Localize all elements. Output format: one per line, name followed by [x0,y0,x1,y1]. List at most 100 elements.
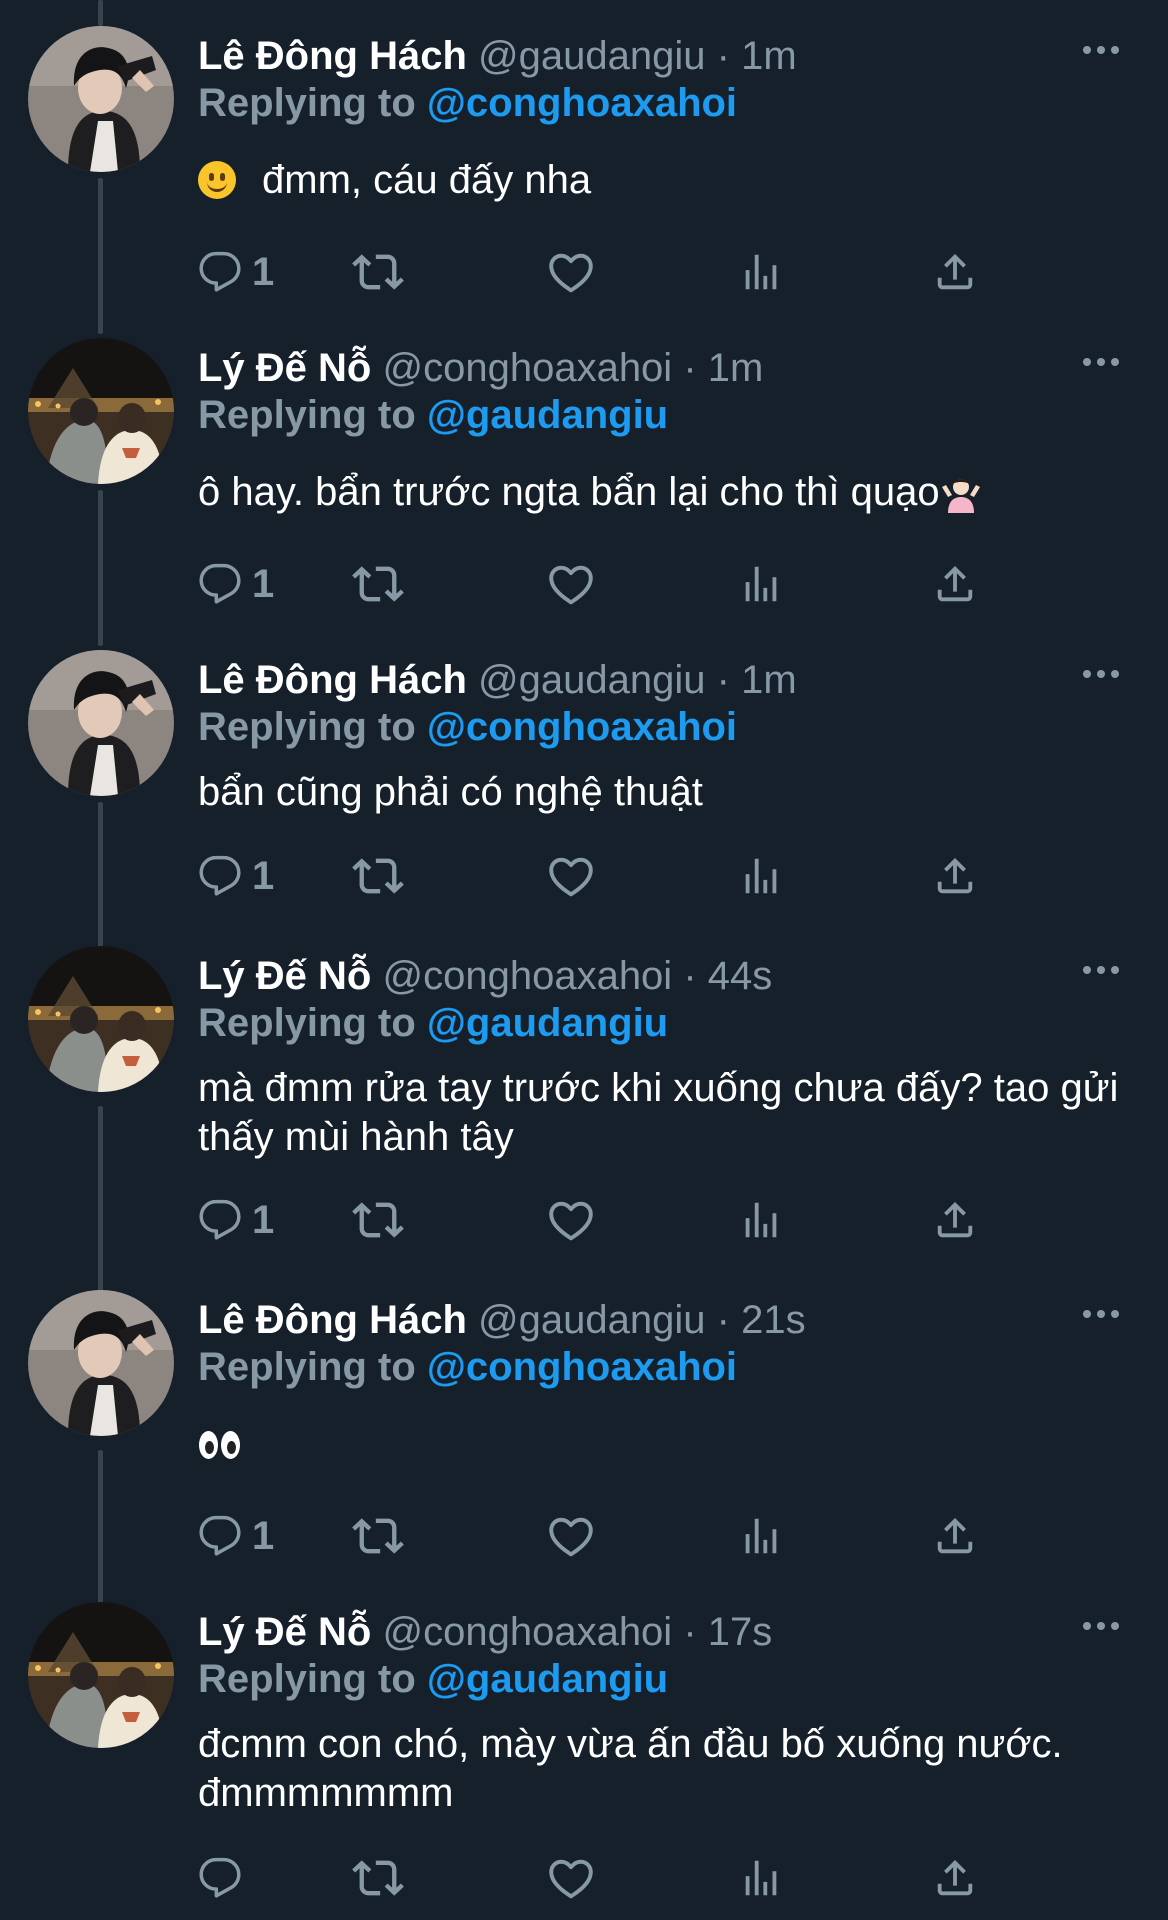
share-icon [932,1197,978,1243]
more-options-icon[interactable] [1076,1606,1126,1646]
tweet[interactable]: Lý Đế Nỗ @conghoaxahoi · 44s Replying to… [0,946,1168,1276]
tweet-text: mà đmm rửa tay trước khi xuống chưa đấy?… [198,1066,1119,1159]
author-name[interactable]: Lê Đông Hách [198,1298,467,1342]
author-handle[interactable]: @conghoaxahoi [382,954,672,998]
tweet-text: bẩn cũng phải có nghệ thuật [198,770,703,814]
tweet-header: Lý Đế Nỗ @conghoaxahoi · 44s [198,950,772,1002]
avatar[interactable] [28,1602,174,1748]
share-button[interactable] [932,1508,978,1564]
timestamp[interactable]: 44s [708,954,773,998]
reply-button[interactable]: 1 [198,1508,274,1564]
retweet-button[interactable] [352,556,404,612]
reply-count: 1 [252,1513,275,1558]
avatar[interactable] [28,338,174,484]
tweet[interactable]: Lý Đế Nỗ @conghoaxahoi · 1m Replying to … [0,338,1168,624]
like-button[interactable] [546,556,596,612]
reply-button[interactable]: 1 [198,848,274,904]
analytics-button[interactable] [738,1192,784,1248]
share-button[interactable] [932,1850,978,1906]
like-icon [546,1511,596,1561]
eyes-icon [198,1429,242,1461]
reply-button[interactable]: 1 [198,1192,274,1248]
retweet-button[interactable] [352,244,404,300]
avatar[interactable] [28,650,174,796]
tweet-actions: 1 [198,848,1038,904]
tweet[interactable]: Lê Đông Hách @gaudangiu · 1m Replying to… [0,650,1168,932]
author-handle[interactable]: @gaudangiu [478,658,705,702]
timestamp[interactable]: 1m [708,346,764,390]
timestamp[interactable]: 1m [741,658,797,702]
author-handle[interactable]: @gaudangiu [478,34,705,78]
share-button[interactable] [932,848,978,904]
analytics-icon [738,1513,784,1559]
tweet-header: Lê Đông Hách @gaudangiu · 1m [198,654,797,706]
analytics-button[interactable] [738,1850,784,1906]
timestamp[interactable]: 1m [741,34,797,78]
analytics-icon [738,1855,784,1901]
like-button[interactable] [546,1192,596,1248]
like-button[interactable] [546,848,596,904]
reply-count: 1 [252,1197,275,1242]
author-name[interactable]: Lê Đông Hách [198,658,467,702]
retweet-button[interactable] [352,1508,404,1564]
reply-icon [198,1514,242,1558]
replying-to: Replying to @gaudangiu [198,1654,668,1704]
retweet-button[interactable] [352,1192,404,1248]
thread-line-top [98,0,103,26]
analytics-button[interactable] [738,556,784,612]
mention-link[interactable]: @gaudangiu [427,1657,668,1701]
author-name[interactable]: Lê Đông Hách [198,34,467,78]
tweet[interactable]: Lê Đông Hách @gaudangiu · 1m Replying to… [0,26,1168,312]
tweet-text-container: đmm, cáu đấy nha [198,156,1128,205]
like-button[interactable] [546,1508,596,1564]
more-options-icon[interactable] [1076,30,1126,70]
avatar[interactable] [28,26,174,172]
tweet[interactable]: Lý Đế Nỗ @conghoaxahoi · 17s Replying to… [0,1602,1168,1920]
replying-to: Replying to @conghoaxahoi [198,1342,737,1392]
tweet-header: Lê Đông Hách @gaudangiu · 21s [198,1294,806,1346]
avatar[interactable] [28,1290,174,1436]
analytics-button[interactable] [738,244,784,300]
avatar[interactable] [28,946,174,1092]
mention-link[interactable]: @gaudangiu [427,393,668,437]
author-name[interactable]: Lý Đế Nỗ [198,1610,371,1654]
separator-dot: · [716,1298,730,1342]
retweet-button[interactable] [352,848,404,904]
reply-button[interactable]: 1 [198,244,274,300]
mention-link[interactable]: @conghoaxahoi [427,81,737,125]
share-button[interactable] [932,244,978,300]
more-options-icon[interactable] [1076,342,1126,382]
author-handle[interactable]: @gaudangiu [478,1298,705,1342]
author-name[interactable]: Lý Đế Nỗ [198,346,371,390]
like-button[interactable] [546,1850,596,1906]
replying-label: Replying to [198,393,416,437]
share-icon [932,1855,978,1901]
analytics-button[interactable] [738,1508,784,1564]
replying-label: Replying to [198,1345,416,1389]
more-options-icon[interactable] [1076,1294,1126,1334]
timestamp[interactable]: 17s [708,1610,773,1654]
retweet-button[interactable] [352,1850,404,1906]
tweet-header: Lý Đế Nỗ @conghoaxahoi · 17s [198,1606,772,1658]
author-name[interactable]: Lý Đế Nỗ [198,954,371,998]
share-icon [932,853,978,899]
mention-link[interactable]: @conghoaxahoi [427,1345,737,1389]
author-handle[interactable]: @conghoaxahoi [382,1610,672,1654]
person-shrugging-icon [941,479,980,513]
mention-link[interactable]: @gaudangiu [427,1001,668,1045]
tweet-text: ô hay. bẩn trước ngta bẩn lại cho thì qu… [198,470,940,514]
mention-link[interactable]: @conghoaxahoi [427,705,737,749]
more-options-icon[interactable] [1076,950,1126,990]
timestamp[interactable]: 21s [741,1298,806,1342]
like-button[interactable] [546,244,596,300]
more-options-icon[interactable] [1076,654,1126,694]
author-handle[interactable]: @conghoaxahoi [382,346,672,390]
share-button[interactable] [932,556,978,612]
tweet[interactable]: Lê Đông Hách @gaudangiu · 21s Replying t… [0,1290,1168,1576]
reply-button[interactable]: 1 [198,556,274,612]
reply-button[interactable] [198,1850,252,1906]
share-button[interactable] [932,1192,978,1248]
like-icon [546,247,596,297]
replying-label: Replying to [198,81,416,125]
analytics-button[interactable] [738,848,784,904]
